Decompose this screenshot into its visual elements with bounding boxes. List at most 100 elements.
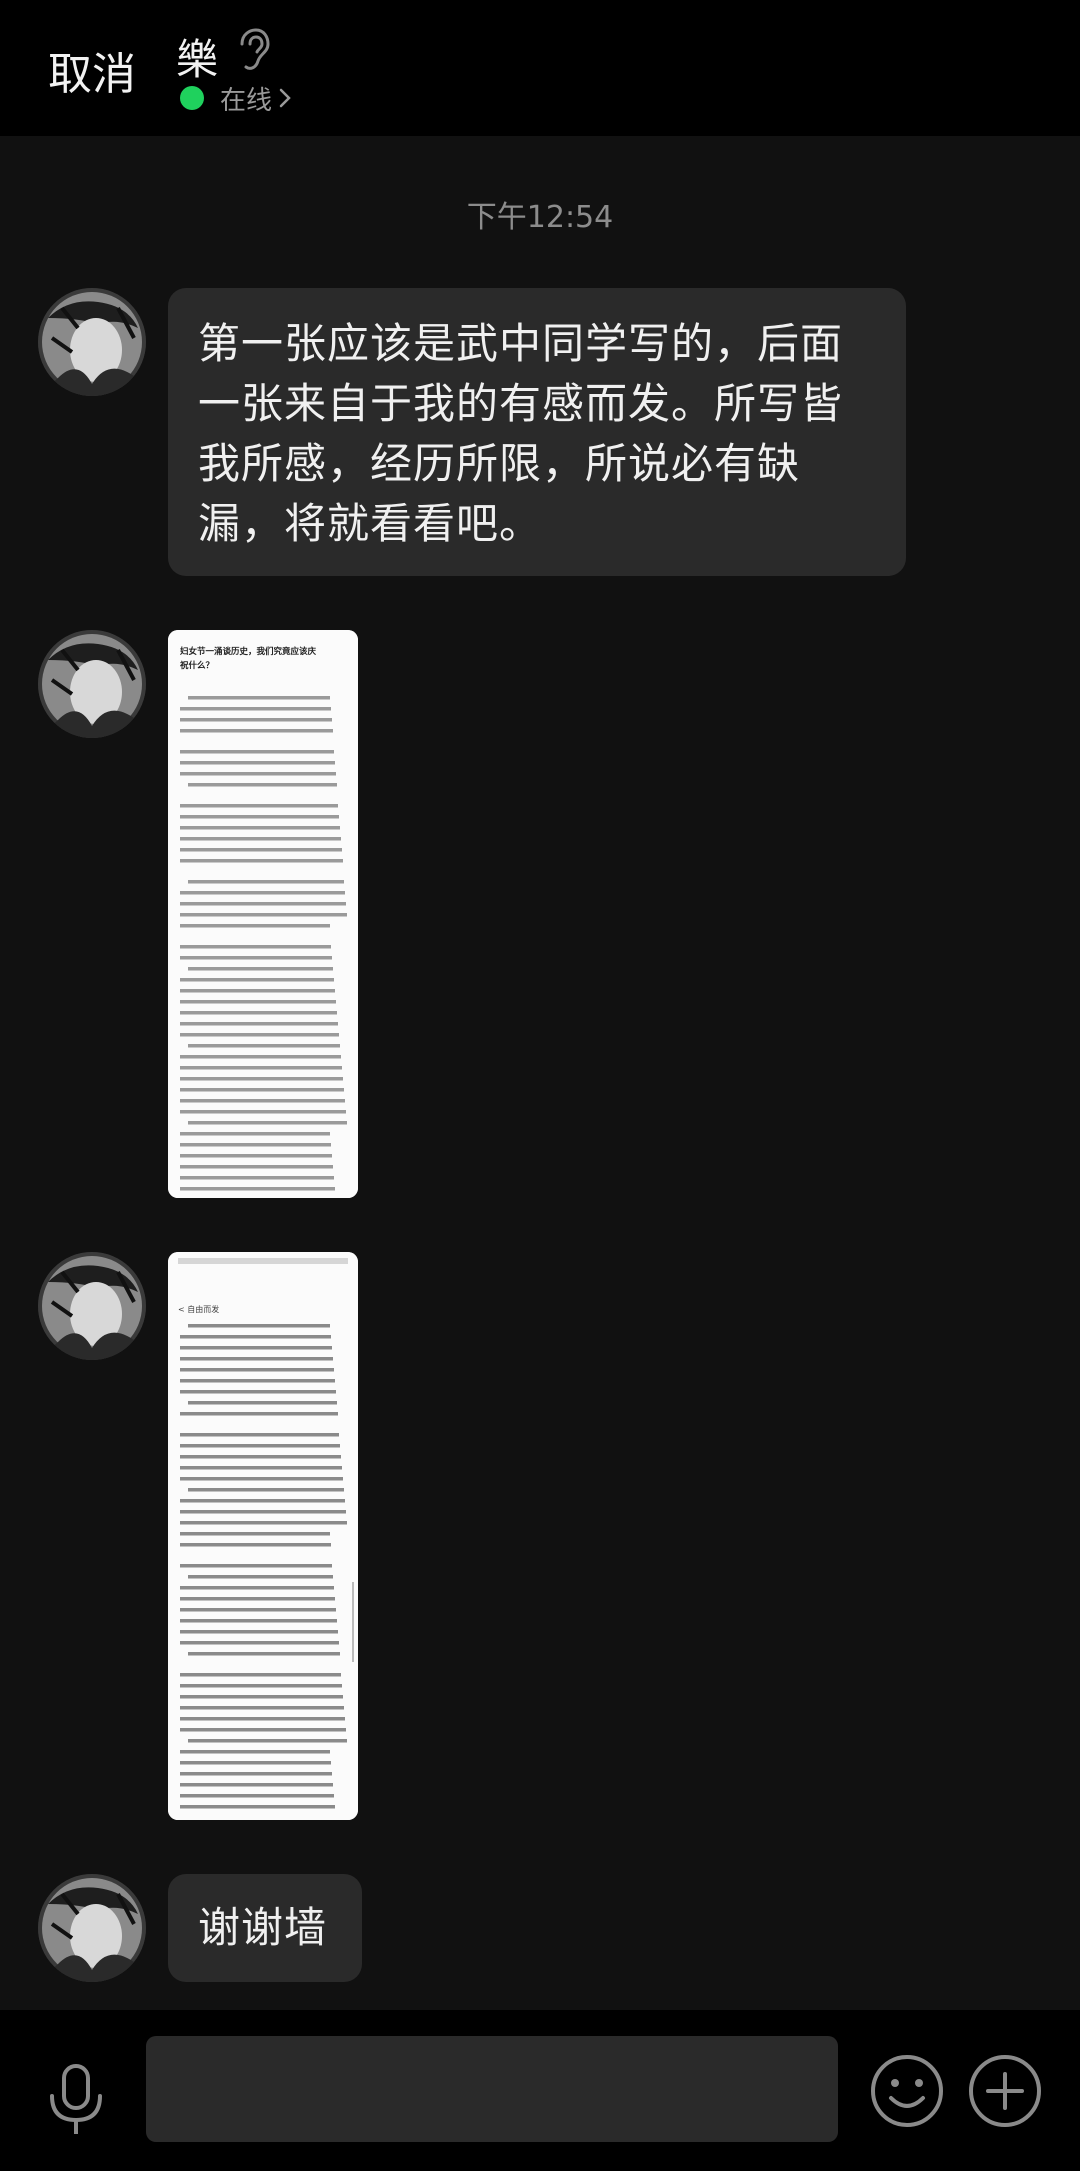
microphone-icon[interactable] [42,2060,110,2140]
thumbnail-text-line [180,1176,334,1180]
thumbnail-text-line [180,1143,331,1147]
thumbnail-text-line [180,891,345,895]
thumbnail-text-line [180,1335,331,1339]
thumbnail-text-line [180,1706,344,1710]
chat-header: 取消 樂 在线 [0,0,1080,136]
ear-icon[interactable] [234,28,270,72]
thumbnail-text-line [180,956,332,960]
image-message[interactable]: < 自由而发 [168,1252,358,1820]
thumbnail-text-line [180,1794,334,1798]
thumbnail-text-line [180,1368,334,1372]
thumbnail-text-line [180,804,338,808]
thumbnail-text-line [180,837,341,841]
thumbnail-text-line [180,1390,336,1394]
online-status[interactable]: 在线 [180,80,292,116]
thumbnail-text-line [180,1597,335,1601]
thumbnail-text-line [180,1805,335,1809]
thumbnail-text-line [180,1099,345,1103]
thumbnail-text-line [180,729,333,733]
message-bubble[interactable]: 谢谢墙 [168,1874,362,1982]
thumbnail-text-line [180,1586,334,1590]
thumbnail-text-line [180,772,336,776]
thumbnail-text-line [180,1608,336,1612]
thumbnail-text-line [180,913,347,917]
thumbnail-text-line [180,750,334,754]
thumbnail-text-line [180,902,346,906]
thumbnail-text-line [188,783,337,787]
chat-screen: 取消 樂 在线 下午12:54 第一张应该是武中同学写的，后面 一张来自于我的有… [0,0,1080,2171]
message-input[interactable] [146,2036,838,2142]
thumbnail-text-line [180,1455,341,1459]
thumbnail-text-line [180,1477,343,1481]
thumbnail-text-line [180,848,342,852]
online-dot [180,86,204,110]
smiley-icon[interactable] [868,2052,946,2130]
thumbnail-text-line [180,1110,346,1114]
cancel-button[interactable]: 取消 [48,38,136,102]
thumbnail-title: 祝什么？ [180,660,214,671]
thumbnail-text-line [180,1000,336,1004]
thumbnail-text-line [188,1652,340,1656]
message-bubble[interactable]: 第一张应该是武中同学写的，后面 一张来自于我的有感而发。所写皆 我所感，经历所限… [168,288,906,576]
avatar[interactable] [38,288,146,396]
thumbnail-text-line [180,1433,339,1437]
thumbnail-text-line [180,1783,333,1787]
thumbnail-text-line [180,1055,341,1059]
thumbnail-text-line [180,1695,343,1699]
message-text-line: 漏，将就看看吧。 [198,499,543,548]
thumbnail-text-line [180,1077,343,1081]
contact-name[interactable]: 樂 [176,26,218,87]
message-text: 谢谢墙 [198,1903,328,1952]
chevron-right-icon [279,88,291,108]
thumbnail-text-line [180,1011,337,1015]
thumbnail-text-line [180,1772,332,1776]
thumbnail-text-line [180,1357,333,1361]
thumbnail-text-line [180,1684,342,1688]
thumbnail-text-line [180,1521,347,1525]
thumbnail-text-line [180,1510,346,1514]
thumbnail-text-line [180,1088,344,1092]
message-timestamp: 下午12:54 [466,200,614,235]
thumbnail-text-line [180,1728,346,1732]
thumbnail-text-line [180,1499,345,1503]
thumbnail-title: 妇女节一涌谈历史，我们究竟应该庆 [179,646,317,657]
thumbnail-text-line [188,967,333,971]
image-message[interactable]: 妇女节一涌谈历史，我们究竟应该庆 祝什么？ [168,630,358,1198]
thumbnail-text-line [188,696,330,700]
thumbnail-text-line [180,989,335,993]
thumbnail-text-line [180,1346,332,1350]
thumbnail-text-line [180,718,332,722]
avatar[interactable] [38,1252,146,1360]
plus-icon[interactable] [966,2052,1044,2130]
thumbnail-text-line [180,761,335,765]
thumbnail-text-line [180,1532,330,1536]
thumbnail-text-line [180,1132,330,1136]
thumbnail-text-line [188,1121,347,1125]
status-text: 在线 [220,85,273,116]
thumbnail-text-line [180,1630,338,1634]
thumbnail-text-line [180,1165,333,1169]
thumbnail-text-line [180,707,331,711]
thumbnail-text-line [180,1564,332,1568]
message-text-line: 一张来自于我的有感而发。所写皆 [198,379,844,428]
thumbnail-text-line [180,1717,345,1721]
thumbnail-text-line [188,1044,340,1048]
thumbnail-text-line [180,1673,341,1677]
thumbnail-text-line [180,924,330,928]
thumbnail-text-line [180,1619,337,1623]
thumbnail-text-line [180,1066,342,1070]
thumbnail-heading: < 自由而发 [178,1304,219,1314]
thumbnail-text-line [180,1750,330,1754]
thumbnail-text-line [180,1641,339,1645]
avatar[interactable] [38,1874,146,1982]
thumbnail-text-line [180,1022,338,1026]
thumbnail-text-line [188,1488,344,1492]
thumbnail-text-line [180,1033,339,1037]
thumbnail-text-line [180,1466,342,1470]
avatar[interactable] [38,630,146,738]
thumbnail-text-line [180,1543,331,1547]
thumbnail-text-line [188,880,344,884]
thumbnail-text-line [188,1739,347,1743]
thumbnail-text-line [180,1761,331,1765]
thumbnail-text-line [180,1154,332,1158]
